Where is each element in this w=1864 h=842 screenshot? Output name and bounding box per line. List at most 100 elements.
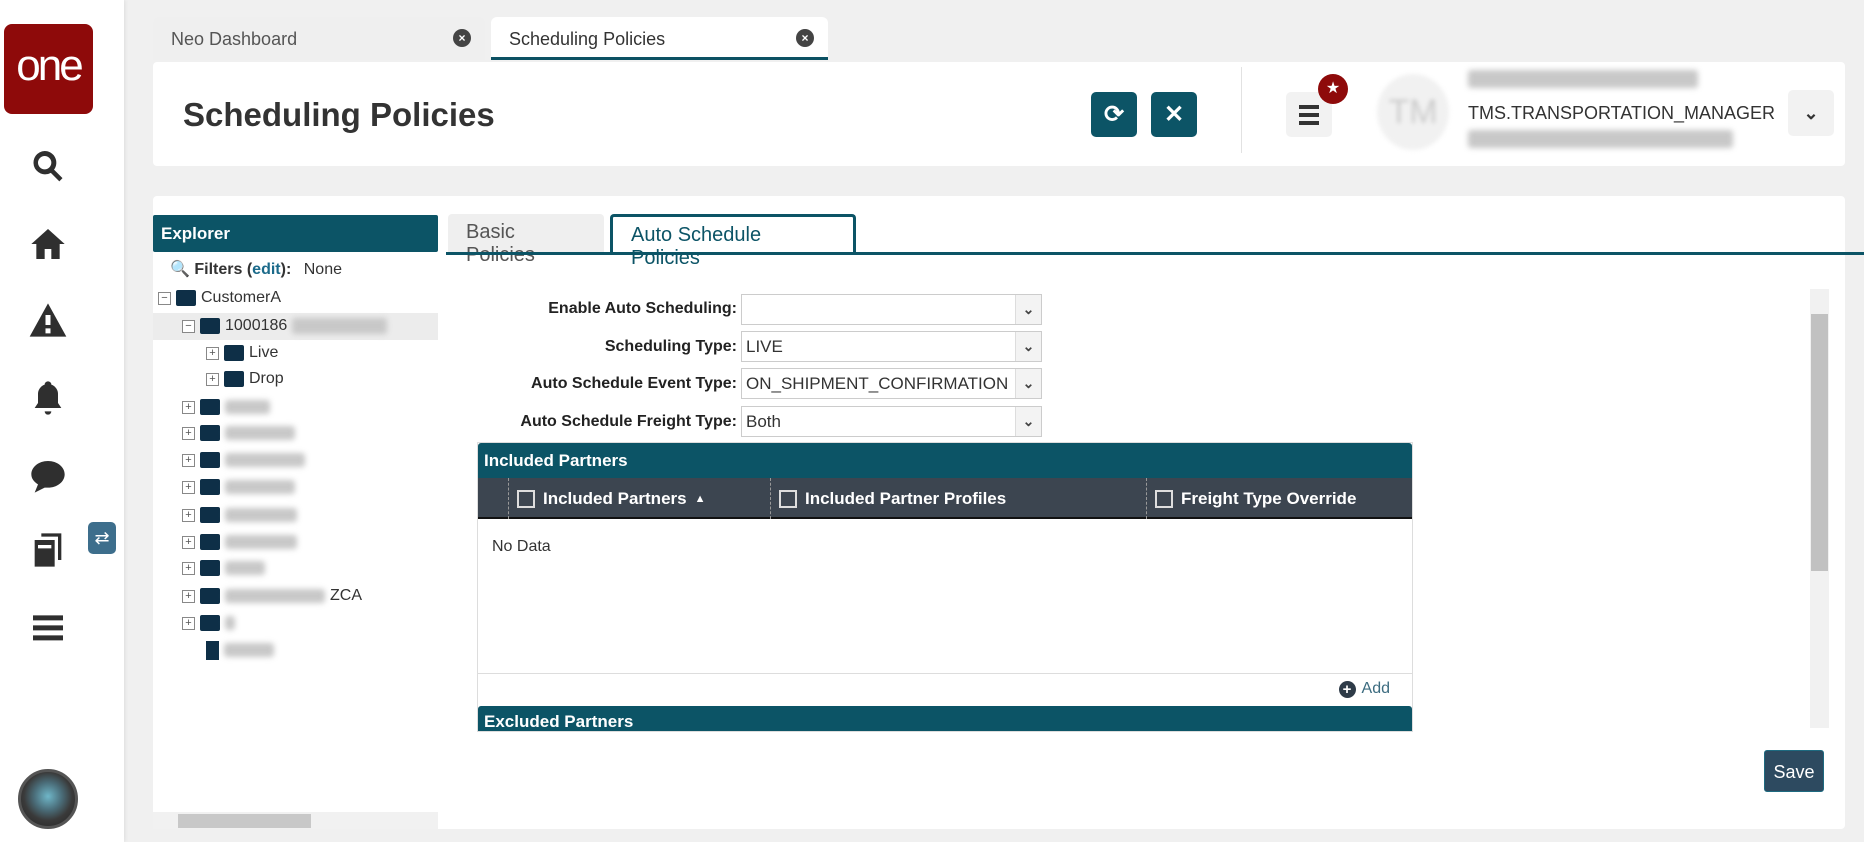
- column-label: Included Partner Profiles: [805, 488, 1007, 508]
- home-icon[interactable]: [26, 222, 70, 266]
- tree-node-drop[interactable]: + Drop: [206, 367, 284, 391]
- column-included-partners[interactable]: Included Partners ▲: [508, 478, 770, 519]
- sort-ascending-icon: ▲: [694, 492, 706, 505]
- expand-icon[interactable]: +: [182, 589, 195, 603]
- edit-icon: [1155, 489, 1173, 508]
- chevron-down-icon[interactable]: ⌄: [1015, 369, 1041, 398]
- close-tab-icon[interactable]: ×: [453, 29, 471, 47]
- included-partners-grid: Included Partners Included Partners ▲ Inc…: [477, 442, 1413, 732]
- expand-icon[interactable]: +: [182, 453, 195, 467]
- filters-label: Filters (: [194, 261, 253, 278]
- collapse-icon[interactable]: −: [182, 319, 195, 333]
- tab-label: Scheduling Policies: [509, 29, 666, 49]
- blurred-text: [225, 561, 265, 575]
- chevron-down-icon[interactable]: ⌄: [1015, 407, 1041, 436]
- scrollbar-thumb[interactable]: [178, 814, 311, 828]
- chat-icon[interactable]: [26, 454, 70, 498]
- auto-schedule-freight-type-label: Auto Schedule Freight Type:: [520, 413, 737, 430]
- scrollbar-thumb[interactable]: [1811, 314, 1828, 571]
- expand-icon[interactable]: +: [182, 561, 195, 575]
- sidebar: one ⇄: [0, 0, 124, 842]
- tree-label: Live: [249, 344, 279, 361]
- search-icon[interactable]: [26, 144, 70, 188]
- documents-icon[interactable]: [26, 528, 70, 572]
- expand-icon[interactable]: +: [182, 616, 195, 630]
- column-label: Included Partners: [543, 488, 687, 508]
- blurred-text: [225, 453, 305, 467]
- tab-scheduling-policies[interactable]: Scheduling Policies ×: [491, 17, 828, 60]
- folder-icon: [224, 345, 244, 361]
- save-button[interactable]: Save: [1764, 750, 1824, 792]
- add-button[interactable]: + Add: [1338, 680, 1390, 698]
- auto-schedule-freight-type-select[interactable]: Both ⌄: [741, 406, 1042, 437]
- search-icon: 🔍: [170, 261, 190, 278]
- chevron-down-icon[interactable]: ⌄: [1015, 332, 1041, 361]
- blurred-text: [225, 589, 325, 603]
- alert-icon[interactable]: [26, 298, 70, 342]
- folder-open-icon: [200, 318, 220, 334]
- folder-icon: [224, 371, 244, 387]
- bell-icon[interactable]: [26, 376, 70, 420]
- tree-label: ZCA: [330, 587, 362, 604]
- expand-icon[interactable]: +: [206, 346, 219, 360]
- tab-basic-policies[interactable]: Basic Policies: [448, 214, 604, 266]
- tree-node[interactable]: +: [182, 611, 235, 635]
- swap-icon[interactable]: ⇄: [88, 522, 116, 554]
- expand-icon[interactable]: +: [182, 400, 195, 414]
- refresh-button[interactable]: ⟳: [1091, 92, 1137, 137]
- expand-icon[interactable]: +: [182, 535, 195, 549]
- scheduling-type-select[interactable]: LIVE ⌄: [741, 331, 1042, 362]
- close-button[interactable]: ✕: [1151, 92, 1197, 137]
- blurred-text: [292, 318, 388, 334]
- folder-icon: [200, 452, 220, 468]
- tree-node-customera[interactable]: − CustomerA: [158, 286, 281, 310]
- enable-auto-scheduling-select[interactable]: ⌄: [741, 294, 1042, 325]
- folder-icon: [200, 560, 220, 576]
- tree-node[interactable]: +: [182, 421, 295, 445]
- page-header: Scheduling Policies ⟳ ✕ ★ TM TMS.TRANSPO…: [153, 62, 1845, 166]
- auto-schedule-event-type-label: Auto Schedule Event Type:: [531, 375, 737, 392]
- expand-icon[interactable]: +: [206, 372, 219, 386]
- tree-node-1000186[interactable]: − 1000186: [182, 314, 388, 338]
- chevron-down-icon[interactable]: ⌄: [1015, 295, 1041, 324]
- expand-icon[interactable]: +: [182, 508, 195, 522]
- folder-icon: [200, 425, 220, 441]
- grid-footer: + Add: [478, 673, 1412, 707]
- edit-icon: [779, 489, 797, 508]
- app-logo[interactable]: one: [4, 24, 93, 114]
- column-included-partner-profiles[interactable]: Included Partner Profiles: [770, 478, 1146, 519]
- close-tab-icon[interactable]: ×: [796, 29, 814, 47]
- explorer-header: Explorer: [153, 215, 438, 252]
- select-value: ON_SHIPMENT_CONFIRMATION: [746, 374, 1009, 393]
- select-value: LIVE: [746, 337, 783, 356]
- tree-node[interactable]: +: [182, 475, 295, 499]
- tree-node[interactable]: +: [182, 530, 297, 554]
- tree-node[interactable]: + ZCA: [182, 584, 362, 608]
- expand-icon[interactable]: +: [182, 426, 195, 440]
- tab-auto-schedule-policies[interactable]: Auto Schedule Policies: [610, 214, 856, 269]
- column-freight-type-override[interactable]: Freight Type Override: [1146, 478, 1408, 519]
- page-title: Scheduling Policies: [183, 96, 495, 133]
- tree-label: 1000186: [225, 317, 288, 334]
- favorites-star-icon[interactable]: ★: [1318, 74, 1348, 104]
- filters: 🔍 Filters (edit): None: [170, 259, 342, 279]
- folder-open-icon: [176, 290, 196, 306]
- expand-icon[interactable]: +: [182, 480, 195, 494]
- menu-icon[interactable]: [26, 605, 70, 649]
- tree-label: CustomerA: [201, 289, 282, 306]
- auto-schedule-event-type-select[interactable]: ON_SHIPMENT_CONFIRMATION ⌄: [741, 368, 1042, 399]
- filters-edit-link[interactable]: edit: [252, 261, 280, 278]
- tab-neo-dashboard[interactable]: Neo Dashboard ×: [153, 17, 485, 60]
- tree-node-live[interactable]: + Live: [206, 341, 278, 365]
- user-dropdown-button[interactable]: ⌄: [1788, 90, 1834, 136]
- tree-node[interactable]: +: [182, 395, 270, 419]
- add-label: Add: [1361, 680, 1390, 697]
- tree-node-show-more[interactable]: [206, 638, 274, 662]
- document-icon: [206, 640, 219, 660]
- tree-node[interactable]: +: [182, 448, 305, 472]
- user-avatar[interactable]: [18, 769, 78, 829]
- enable-auto-scheduling-label: Enable Auto Scheduling:: [548, 300, 737, 317]
- tree-node[interactable]: +: [182, 556, 265, 580]
- tree-node[interactable]: +: [182, 503, 297, 527]
- collapse-icon[interactable]: −: [158, 291, 171, 305]
